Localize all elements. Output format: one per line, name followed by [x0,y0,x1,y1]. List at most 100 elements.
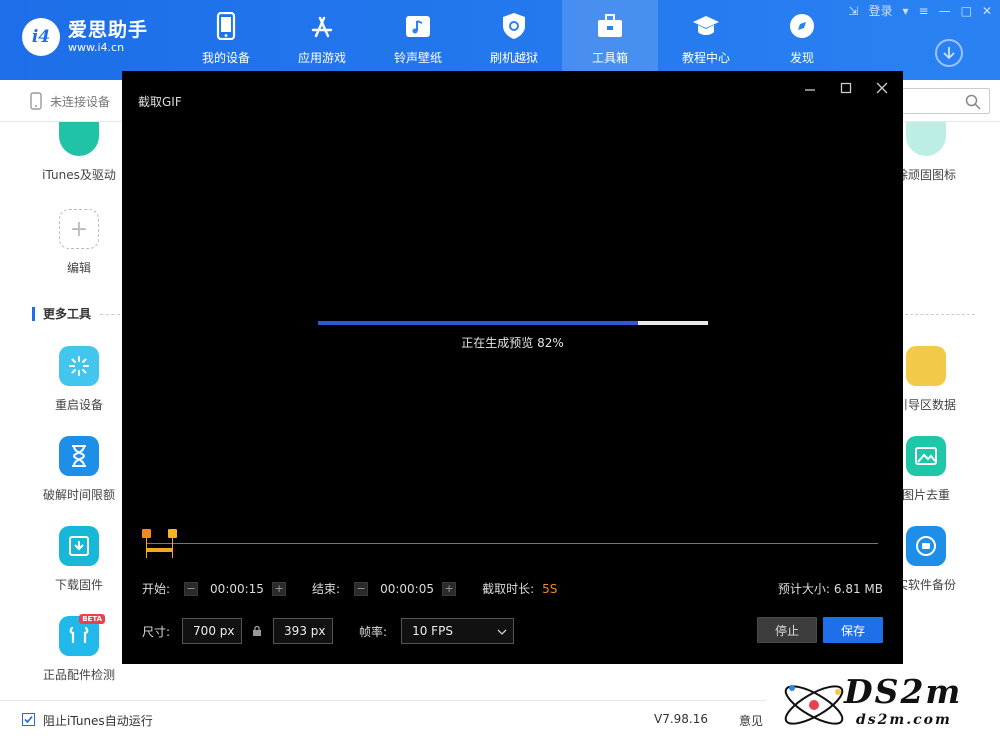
tool-label: 下载固件 [54,578,103,592]
app-url: www.i4.cn [68,41,125,54]
nav-discover[interactable]: 发现 [754,0,850,72]
tool-itunes-driver[interactable]: iTunes及驱动 [29,122,129,183]
app-logo: i4 爱思助手 www.i4.cn [22,18,148,56]
checkmark-icon [24,715,33,724]
timeline-track[interactable] [146,543,878,544]
tool-download-firmware[interactable]: 下载固件 [29,526,129,593]
nav-label: 刷机越狱 [489,51,538,65]
nav-label: 铃声壁纸 [393,51,442,65]
width-input[interactable]: 700 px [182,618,243,644]
download-icon[interactable] [935,39,963,67]
end-time-value[interactable]: 00:00:05 [380,582,436,596]
nav-apps-games[interactable]: 应用游戏 [274,0,370,72]
progress-text: 正在生成预览 82% [461,336,564,350]
beta-badge: BETA [79,614,105,624]
nav-flash-jailbreak[interactable]: 刷机越狱 [466,0,562,72]
window-controls: ⇲ 登录 ▾ ≡ — □ ✕ [848,2,992,19]
tool-label: 编辑 [66,261,91,275]
phone-icon [211,11,241,41]
dialog-maximize-icon[interactable] [839,81,853,95]
app-name: 爱思助手 [68,19,149,41]
nav-toolbox[interactable]: 工具箱 [562,0,658,72]
maximize-icon[interactable]: □ [961,4,972,18]
timeline-start-handle[interactable] [142,529,151,558]
nav-ringtones[interactable]: 铃声壁纸 [370,0,466,72]
restart-icon [59,346,99,386]
tool-label: iTunes及驱动 [42,168,116,182]
dialog-close-icon[interactable] [875,81,889,95]
main-nav: 我的设备 应用游戏 铃声壁纸 刷机越狱 工具箱 教程中心 发现 [178,0,850,80]
lock-icon[interactable] [252,625,262,637]
size-row: 尺寸: 700 px 393 px 帧率: 10 FPS [142,618,515,644]
tool-label: 正品配件检测 [42,668,115,682]
timeline-selection[interactable] [146,548,172,552]
chevron-down-icon [497,629,507,635]
end-label: 结束: [312,582,341,596]
music-icon [403,11,433,41]
nav-my-device[interactable]: 我的设备 [178,0,274,72]
block-itunes-checkbox[interactable] [22,713,35,726]
add-icon: + [59,209,99,249]
boot-data-icon [906,346,946,386]
top-bar: i4 爱思助手 www.i4.cn 我的设备 应用游戏 铃声壁纸 刷机越狱 工具… [0,0,1000,80]
size-label: 尺寸: [142,624,171,639]
end-decrease-button[interactable]: − [354,581,369,596]
dialog-title: 截取GIF [138,95,182,109]
firmware-download-icon [59,526,99,566]
estimate-row: 预计大小: 6.81 MB [778,580,883,597]
fps-value: 10 FPS [412,624,453,638]
tool-label: 引导区数据 [895,398,956,412]
tool-edit[interactable]: + 编辑 [29,209,129,276]
login-link[interactable]: 登录 [868,2,892,19]
divider [100,314,120,315]
end-increase-button[interactable]: + [442,581,457,596]
backup-icon [906,526,946,566]
login-icon[interactable]: ⇲ [848,4,858,18]
close-icon[interactable]: ✕ [982,4,992,18]
logo-badge: i4 [22,18,60,56]
watermark-small: ds2m.com [856,712,952,728]
fps-select[interactable]: 10 FPS [401,618,515,644]
device-status-label: 未连接设备 [50,94,111,109]
nav-label: 发现 [789,51,814,65]
hourglass-icon [59,436,99,476]
watermark: DS2m ds2m.com [766,672,1000,738]
minimize-icon[interactable]: — [939,4,951,18]
stubborn-icon [906,122,946,156]
start-label: 开始: [142,582,171,596]
atom-logo-icon [784,685,844,725]
tool-accessory-check[interactable]: BETA 正品配件检测 [29,614,129,683]
watermark-big: DS2m [844,672,963,711]
menu-icon[interactable]: ≡ [919,4,929,18]
fps-label: 帧率: [359,624,388,639]
version-label: V7.98.16 [654,712,709,726]
save-button[interactable]: 保存 [823,617,883,643]
tool-break-time-limit[interactable]: 破解时间限额 [29,436,129,503]
start-time-value[interactable]: 00:00:15 [210,582,266,596]
tool-label: 重启设备 [54,398,103,412]
app-store-icon [307,11,337,41]
start-increase-button[interactable]: + [272,581,287,596]
feedback-link[interactable]: 意见 [739,712,763,729]
search-icon[interactable] [965,94,981,110]
graduation-cap-icon [691,11,721,41]
tool-restart-device[interactable]: 重启设备 [29,346,129,413]
nav-label: 教程中心 [681,51,730,65]
block-itunes-label: 阻止iTunes自动运行 [43,714,153,728]
height-input[interactable]: 393 px [273,618,334,644]
compass-icon [787,11,817,41]
progress-fill [318,321,638,325]
nav-label: 我的设备 [201,51,250,65]
photo-icon [906,436,946,476]
skin-icon[interactable]: ▾ [903,4,909,18]
device-status: 未连接设备 [30,92,110,110]
stop-button[interactable]: 停止 [757,617,817,643]
search-input[interactable] [890,88,990,114]
toolbox-icon [595,11,625,41]
nav-tutorials[interactable]: 教程中心 [658,0,754,72]
start-decrease-button[interactable]: − [184,581,199,596]
dialog-minimize-icon[interactable] [803,81,817,95]
timeline-end-handle[interactable] [168,529,177,558]
nav-label: 工具箱 [591,51,628,65]
tool-label: 破解时间限额 [42,488,115,502]
